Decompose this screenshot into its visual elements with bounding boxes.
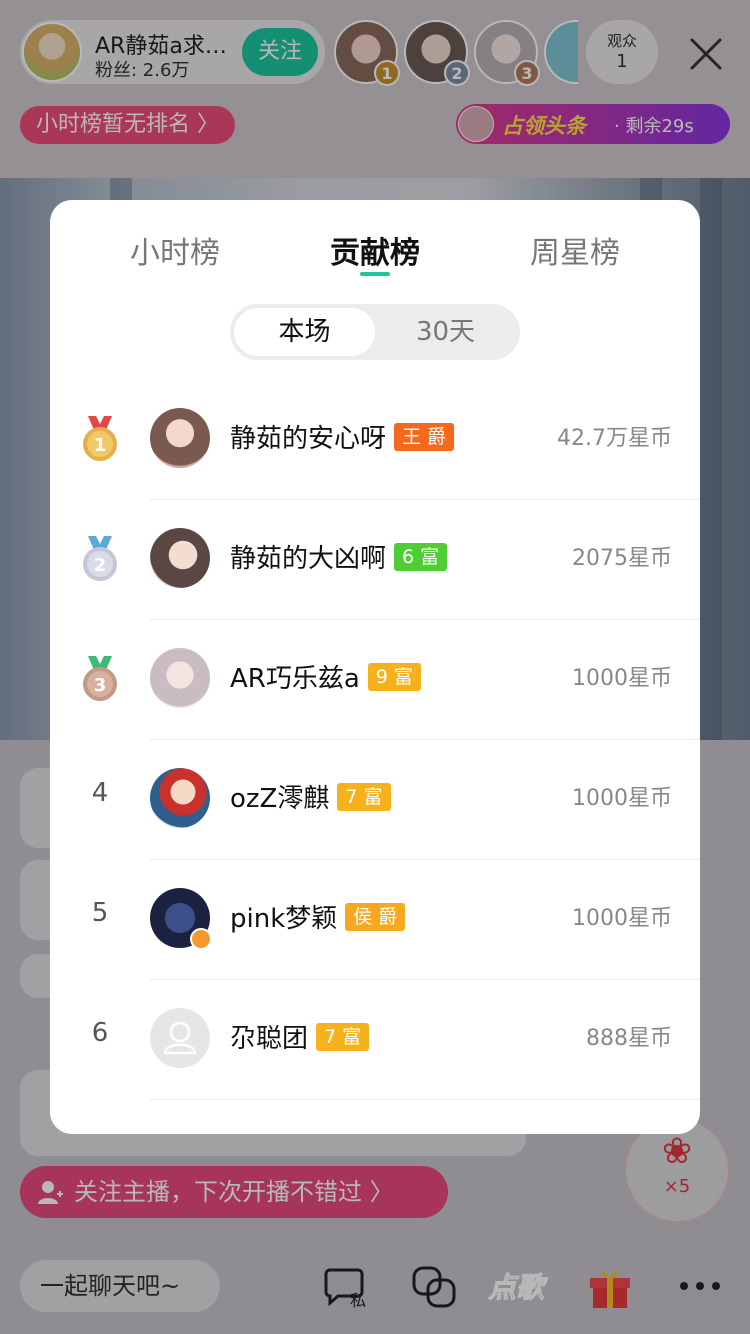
avatar[interactable] (150, 888, 212, 950)
tab-hourly[interactable]: 小时榜 (85, 228, 265, 272)
rank-number: 6 (91, 1018, 109, 1048)
avatar[interactable] (150, 648, 210, 708)
level-badge: 王 爵 (394, 422, 455, 451)
level-badge: 7 富 (316, 1022, 370, 1051)
list-item[interactable]: 5 pink梦颖侯 爵 1000星币 (50, 860, 700, 980)
level-badge: 6 富 (394, 542, 448, 571)
svg-text:1: 1 (94, 435, 107, 456)
list-item[interactable]: 4 ozZ澪麒 7 富 1000星币 (50, 740, 700, 860)
star-coins: 888星币 (586, 1026, 672, 1051)
user-name: pink梦颖 (230, 904, 338, 934)
level-badge: 7 富 (337, 782, 391, 811)
rank-number: 4 (91, 778, 109, 808)
list-item[interactable]: 2 静茹的大凶啊 6 富 2075星币 (50, 500, 700, 620)
verified-star-icon (190, 928, 212, 950)
level-badge: 9 富 (367, 662, 421, 691)
person-placeholder-icon (163, 1021, 197, 1055)
contribution-list: 1 静茹的安心呀王 爵 42.7万星币 2 静茹的大凶啊6 富 2075星币 (50, 380, 700, 1100)
ranking-modal: 小时榜 贡献榜 周星榜 本场 30天 1 静茹的安心呀王 爵 42.7万星币 2… (50, 200, 700, 1134)
star-coins: 1000星币 (572, 786, 672, 811)
star-coins: 2075星币 (572, 546, 672, 571)
avatar[interactable] (150, 408, 210, 468)
list-item[interactable]: 1 静茹的安心呀王 爵 42.7万星币 (50, 380, 700, 500)
avatar[interactable] (150, 528, 210, 588)
star-coins: 1000星币 (572, 666, 672, 691)
rank-number: 5 (91, 898, 109, 928)
gold-medal-icon: 1 (83, 416, 117, 461)
level-badge: 侯 爵 (345, 902, 406, 931)
ranking-tabs: 小时榜 贡献榜 周星榜 (50, 228, 700, 288)
list-item[interactable]: 6 尕聪团 7 富 888星币 (50, 980, 700, 1100)
segment-this-session[interactable]: 本场 (234, 308, 375, 356)
star-coins: 1000星币 (572, 906, 672, 931)
avatar[interactable] (150, 768, 210, 828)
tab-contribution[interactable]: 贡献榜 (285, 228, 465, 272)
user-name: 静茹的安心呀 (230, 424, 387, 454)
period-segmented-control: 本场 30天 (230, 304, 520, 360)
tab-weekly-star[interactable]: 周星榜 (485, 228, 665, 272)
silver-medal-icon: 2 (83, 536, 117, 581)
user-name: ozZ澪麒 (230, 784, 330, 814)
list-item[interactable]: 3 AR巧乐兹a 9 富 1000星币 (50, 620, 700, 740)
bronze-medal-icon: 3 (83, 656, 117, 701)
active-tab-indicator (360, 272, 390, 276)
svg-text:2: 2 (94, 555, 107, 576)
user-name: 静茹的大凶啊 (230, 544, 387, 574)
user-name: 尕聪团 (230, 1024, 309, 1054)
segment-30-days[interactable]: 30天 (375, 308, 516, 356)
star-coins: 42.7万星币 (557, 426, 672, 451)
svg-text:3: 3 (94, 675, 107, 696)
default-avatar[interactable] (150, 1008, 210, 1068)
user-name: AR巧乐兹a (230, 664, 360, 694)
